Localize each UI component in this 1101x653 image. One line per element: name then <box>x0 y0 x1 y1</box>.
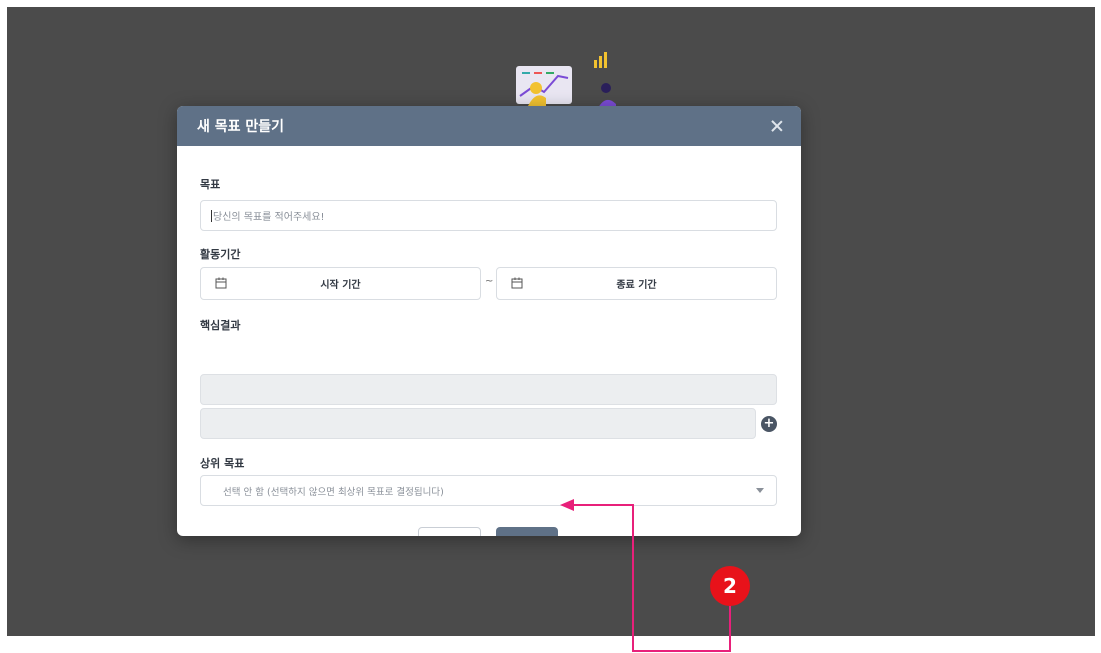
key-result-input-2[interactable] <box>200 408 756 439</box>
parent-goal-select[interactable]: 선택 안 함 (선택하지 않으면 최상위 목표로 결정됩니다) <box>200 475 777 506</box>
dropdown-arrow-icon <box>756 488 764 493</box>
key-results-label: 핵심결과 <box>200 319 241 332</box>
key-result-input-1[interactable] <box>200 374 777 405</box>
date-separator: ~ <box>485 276 494 287</box>
parent-goal-label: 상위 목표 <box>200 457 245 470</box>
add-key-result-icon[interactable]: + <box>761 416 777 432</box>
new-goal-dialog: 새 목표 만들기 목표 당신의 목표를 적어주세요! 활동기간 시작 기간 ~ <box>177 106 801 536</box>
illustration-image <box>516 52 616 108</box>
calendar-icon <box>215 277 227 289</box>
save-button[interactable]: 저장 <box>496 527 558 536</box>
goal-input-placeholder: 당신의 목표를 적어주세요! <box>213 212 325 223</box>
screenshot-stage: 새 목표 만들기 목표 당신의 목표를 적어주세요! 활동기간 시작 기간 ~ <box>0 0 1101 653</box>
text-caret <box>211 209 212 222</box>
calendar-icon <box>511 277 523 289</box>
goal-label: 목표 <box>200 178 221 191</box>
dialog-title: 새 목표 만들기 <box>197 119 285 135</box>
end-date-picker[interactable]: 종료 기간 <box>496 267 777 300</box>
cancel-button[interactable]: 취소 <box>418 527 481 536</box>
start-date-label: 시작 기간 <box>320 280 361 291</box>
step-number-badge: 2 <box>710 566 750 606</box>
parent-goal-value: 선택 안 함 (선택하지 않으면 최상위 목표로 결정됩니다) <box>223 486 444 498</box>
close-icon[interactable] <box>769 118 785 134</box>
period-label: 활동기간 <box>200 248 241 261</box>
start-date-picker[interactable]: 시작 기간 <box>200 267 481 300</box>
goal-input[interactable]: 당신의 목표를 적어주세요! <box>200 200 777 231</box>
end-date-label: 종료 기간 <box>616 280 657 291</box>
dialog-header: 새 목표 만들기 <box>177 106 801 146</box>
